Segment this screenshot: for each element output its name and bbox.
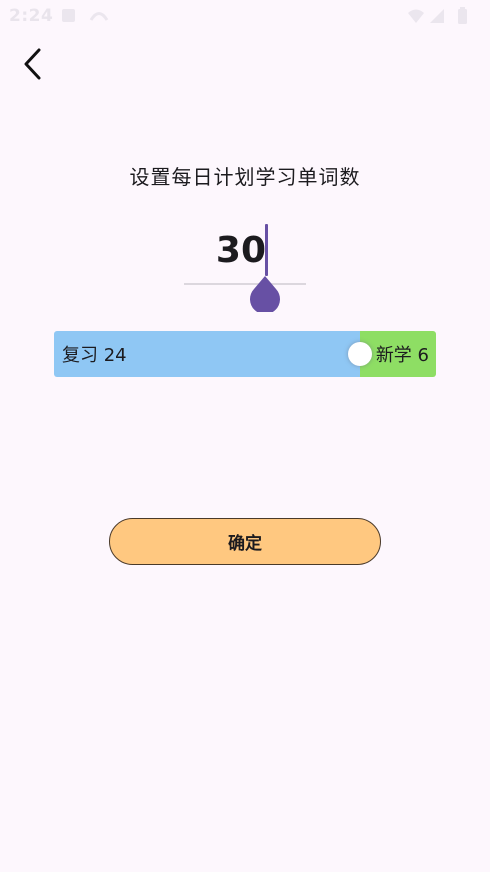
signal-icon — [430, 9, 444, 23]
notification-icon — [62, 9, 75, 22]
word-count-value: 30 — [215, 230, 266, 271]
status-bar: 2:24 — [0, 0, 490, 32]
wifi-icon — [408, 9, 424, 23]
status-icons-right — [408, 7, 467, 24]
cast-icon — [89, 12, 109, 21]
new-label: 新学 6 — [375, 345, 429, 366]
word-count-input[interactable]: 30 — [184, 222, 306, 288]
slider-thumb[interactable] — [348, 342, 372, 366]
page-title: 设置每日计划学习单词数 — [129, 165, 361, 189]
back-button[interactable] — [14, 46, 50, 82]
text-cursor — [265, 224, 268, 276]
input-underline — [184, 283, 306, 285]
chevron-left-icon — [24, 48, 41, 80]
review-segment: 复习 24 — [54, 331, 360, 377]
cursor-handle-icon[interactable] — [250, 276, 280, 312]
review-new-ratio-slider[interactable]: 复习 24 新学 6 — [54, 331, 436, 377]
review-label: 复习 24 — [62, 345, 127, 366]
battery-icon — [458, 9, 467, 24]
confirm-button[interactable]: 确定 — [109, 518, 381, 565]
status-time: 2:24 — [9, 6, 54, 26]
